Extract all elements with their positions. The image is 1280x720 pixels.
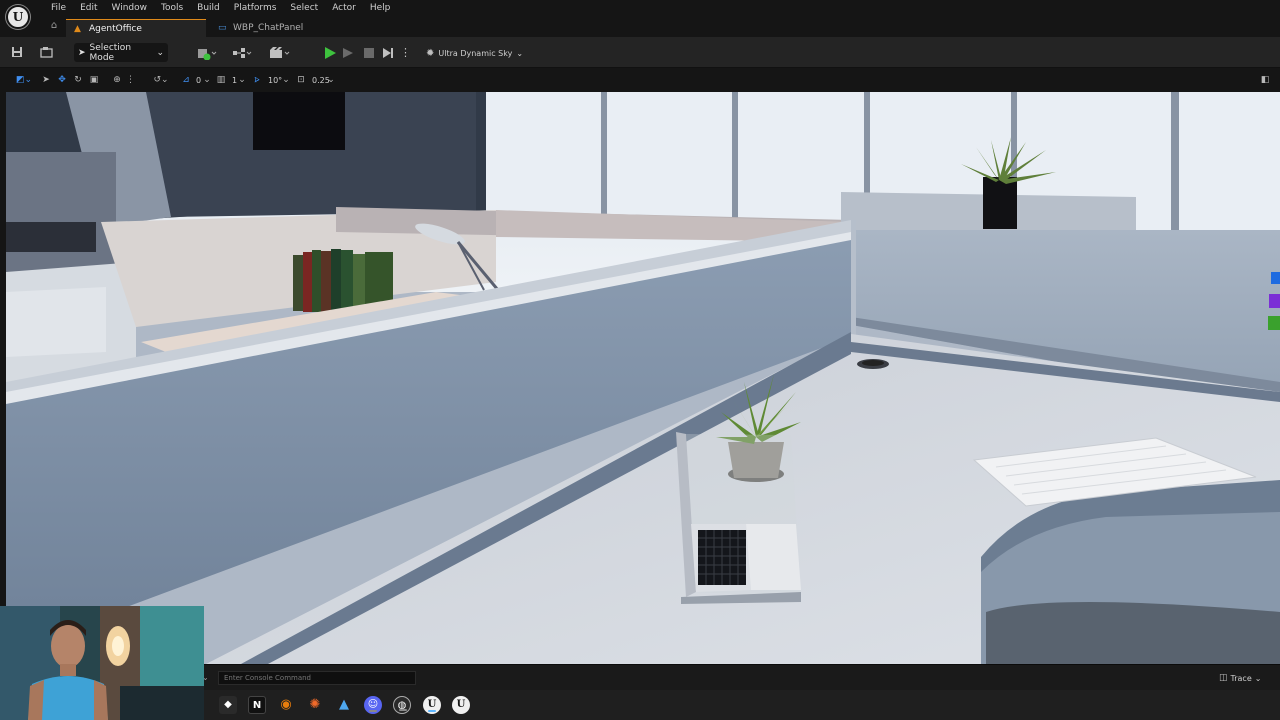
ultra-dynamic-sky-dropdown[interactable]: ✹ Ultra Dynamic Sky ⌄ bbox=[426, 46, 523, 60]
menu-bar: File Edit Window Tools Build Platforms S… bbox=[0, 0, 1280, 16]
translate-icon[interactable]: ✥ bbox=[56, 74, 68, 87]
angle-snap-icon[interactable]: ⦠ bbox=[251, 74, 263, 87]
chevron-down-icon[interactable]: ⌄ bbox=[327, 74, 335, 87]
camera-icon[interactable]: ◧ bbox=[1258, 74, 1272, 87]
menu-file[interactable]: File bbox=[44, 1, 73, 15]
chevron-down-icon: ⌄ bbox=[156, 47, 164, 58]
tab-label: WBP_ChatPanel bbox=[233, 23, 304, 33]
widget-blueprint-icon: ▭ bbox=[218, 23, 227, 33]
sun-icon: ✹ bbox=[426, 47, 435, 59]
webcam-overlay bbox=[0, 606, 204, 720]
chevron-down-icon[interactable]: ⌄ bbox=[238, 74, 246, 87]
obs-icon[interactable]: ◍ bbox=[393, 696, 411, 714]
scale-snap-value[interactable]: 1 bbox=[232, 74, 237, 87]
menu-help[interactable]: Help bbox=[363, 1, 398, 15]
main-toolbar: ➤ Selection Mode ⌄ ⋮ ✹ Ultra Dynamic Sky… bbox=[0, 37, 1280, 68]
document-tab-bar: ⌂ ▲ AgentOffice ▭ WBP_ChatPanel bbox=[0, 17, 1280, 37]
rotation-snap-value[interactable]: 0 bbox=[196, 74, 201, 87]
unreal-engine-icon[interactable]: U bbox=[423, 696, 441, 714]
viewport-toolbar: ◩⌄ ➤ ✥ ↻ ▣ ⊕ ⋮ ↺⌄ ⊿ 0 ⌄ ▥ 1 ⌄ ⦠ 10° ⌄ ⊡ … bbox=[0, 69, 1280, 92]
menu-build[interactable]: Build bbox=[190, 1, 227, 15]
menu-select[interactable]: Select bbox=[283, 1, 325, 15]
sky-label: Ultra Dynamic Sky bbox=[438, 48, 513, 58]
affinity-icon[interactable]: ▲ bbox=[335, 696, 353, 714]
trace-icon: ◫ bbox=[1219, 673, 1228, 683]
selection-mode-dropdown[interactable]: ➤ Selection Mode ⌄ bbox=[74, 42, 168, 63]
menu-actor[interactable]: Actor bbox=[325, 1, 363, 15]
angle-snap-value[interactable]: 10° bbox=[268, 74, 282, 87]
more-options-icon[interactable]: ⋮ bbox=[400, 46, 411, 60]
play-button[interactable] bbox=[323, 46, 337, 60]
tab-agent-office[interactable]: ▲ AgentOffice bbox=[66, 19, 206, 37]
blender-icon[interactable]: ◉ bbox=[277, 696, 295, 714]
camera-speed-icon[interactable]: ⊡ bbox=[295, 74, 307, 87]
viewport-scene bbox=[6, 92, 1280, 664]
select-tool-dropdown-icon[interactable]: ◩⌄ bbox=[14, 74, 34, 87]
more-options-icon[interactable]: ⋮ bbox=[126, 74, 135, 87]
unreal-engine-logo[interactable]: U bbox=[6, 5, 30, 29]
chevron-down-icon[interactable]: ⌄ bbox=[203, 74, 211, 87]
grid-snap-icon[interactable]: ⊿ bbox=[180, 74, 192, 87]
trace-label: Trace bbox=[1230, 673, 1252, 683]
rotate-icon[interactable]: ↻ bbox=[72, 74, 84, 87]
task-running-indicator bbox=[369, 710, 377, 712]
surface-snapping-icon[interactable]: ↺⌄ bbox=[151, 74, 171, 87]
menu-platforms[interactable]: Platforms bbox=[227, 1, 284, 15]
blueprint-icon[interactable] bbox=[231, 46, 253, 60]
tab-label: AgentOffice bbox=[89, 23, 142, 34]
unity-icon[interactable]: ◆ bbox=[219, 696, 237, 714]
console-command-input[interactable] bbox=[218, 671, 416, 685]
tab-wbp-chat-panel[interactable]: ▭ WBP_ChatPanel bbox=[210, 19, 340, 37]
discord-icon[interactable]: ☺ bbox=[364, 696, 382, 714]
world-space-icon[interactable]: ⊕ bbox=[110, 74, 124, 87]
launch-icon[interactable] bbox=[381, 46, 395, 60]
trace-dropdown[interactable]: ◫ Trace ⌄ bbox=[1219, 670, 1261, 686]
select-arrow-icon[interactable]: ➤ bbox=[41, 74, 51, 87]
chevron-down-icon: ⌄ bbox=[516, 48, 524, 58]
content-browser-icon[interactable] bbox=[39, 46, 53, 60]
stop-icon[interactable] bbox=[362, 46, 376, 60]
menu-tools[interactable]: Tools bbox=[154, 1, 190, 15]
app-orange-icon[interactable]: ✺ bbox=[306, 696, 324, 714]
add-actor-icon[interactable] bbox=[196, 46, 218, 61]
task-running-indicator bbox=[399, 709, 407, 711]
menu-window[interactable]: Window bbox=[105, 1, 155, 15]
scale-snap-icon[interactable]: ▥ bbox=[215, 74, 227, 87]
menu-items: File Edit Window Tools Build Platforms S… bbox=[44, 1, 397, 15]
home-icon[interactable]: ⌂ bbox=[48, 20, 60, 32]
skip-frame-icon[interactable] bbox=[343, 46, 357, 60]
level-icon: ▲ bbox=[74, 23, 81, 34]
cursor-icon: ➤ bbox=[78, 47, 86, 58]
menu-edit[interactable]: Edit bbox=[73, 1, 104, 15]
selection-mode-label: Selection Mode bbox=[89, 42, 132, 63]
task-active-indicator bbox=[428, 710, 436, 712]
unreal-engine-icon-2[interactable]: U bbox=[452, 696, 470, 714]
webcam-feed bbox=[0, 606, 204, 720]
vectorworks-icon[interactable]: N bbox=[248, 696, 266, 714]
chevron-down-icon: ⌄ bbox=[1254, 673, 1262, 683]
play-icon bbox=[325, 47, 336, 59]
chevron-down-icon[interactable]: ⌄ bbox=[282, 74, 290, 87]
level-viewport[interactable] bbox=[6, 92, 1280, 664]
save-icon[interactable] bbox=[10, 46, 24, 60]
scale-icon[interactable]: ▣ bbox=[88, 74, 100, 87]
cinematics-icon[interactable] bbox=[268, 46, 292, 60]
